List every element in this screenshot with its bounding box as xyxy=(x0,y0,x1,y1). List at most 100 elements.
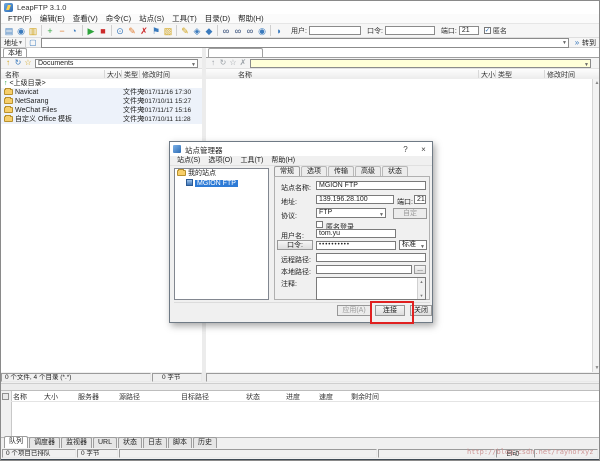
site-name-input[interactable]: MGION FTP xyxy=(316,181,426,190)
chevron-down-icon[interactable]: ▼ xyxy=(420,243,425,251)
menu-edit[interactable]: 编辑(E) xyxy=(36,14,69,24)
browse-button[interactable]: ... xyxy=(414,265,426,274)
tab-queue[interactable]: 队列 xyxy=(4,436,28,448)
dialog-menu-site[interactable]: 站点(S) xyxy=(173,156,204,166)
textarea-scrollbar[interactable]: ▲▼ xyxy=(417,278,425,299)
anonymous-checkbox[interactable]: ✓ xyxy=(484,27,491,34)
refresh-icon[interactable]: ↻ xyxy=(13,58,23,68)
password-input[interactable]: •••••••••• xyxy=(316,241,396,250)
parent-folder-icon[interactable]: ↑ xyxy=(3,58,13,68)
queue-header-name[interactable]: 名称 xyxy=(13,392,27,402)
close-icon[interactable]: × xyxy=(416,144,431,155)
menu-command[interactable]: 命令(C) xyxy=(102,14,135,24)
menu-site[interactable]: 站点(S) xyxy=(135,14,168,24)
queue-gutter-button[interactable] xyxy=(2,393,9,400)
local-path-input[interactable] xyxy=(316,265,412,274)
queue-header-status[interactable]: 状态 xyxy=(246,392,260,402)
help-button[interactable]: ? xyxy=(398,144,413,155)
connect-button[interactable]: 连接 xyxy=(375,305,405,316)
sync-icon[interactable]: ◆ xyxy=(203,25,215,37)
dialog-close-button[interactable]: 关闭 xyxy=(410,305,432,316)
parent-folder-icon[interactable]: ↑ xyxy=(208,58,218,68)
remove-icon[interactable]: − xyxy=(56,25,68,37)
find-local-icon[interactable]: ∞ xyxy=(232,25,244,37)
tab-remote[interactable] xyxy=(208,48,263,57)
find-remote-icon[interactable]: ∞ xyxy=(244,25,256,37)
dialog-menu-help[interactable]: 帮助(H) xyxy=(267,156,299,166)
chevron-down-icon[interactable]: ▼ xyxy=(379,211,384,219)
menu-directory[interactable]: 目录(D) xyxy=(201,14,234,24)
comment-textarea[interactable]: ▲▼ xyxy=(316,277,426,300)
queue-header-speed[interactable]: 速度 xyxy=(319,392,333,402)
tab-script[interactable]: 脚本 xyxy=(168,437,192,448)
file-row[interactable]: 自定义 Office 模板 文件夹 2017/10/11 11:28 xyxy=(1,115,202,124)
folder-list-icon[interactable]: ▥ xyxy=(27,25,39,37)
port-input[interactable]: 21 xyxy=(459,26,479,35)
chevron-down-icon[interactable]: ▼ xyxy=(562,40,567,46)
anonymous-checkbox[interactable] xyxy=(316,221,323,228)
address-input[interactable]: 139.196.28.100 xyxy=(316,195,394,204)
scroll-down-icon[interactable]: ▼ xyxy=(418,293,425,298)
scroll-up-icon[interactable]: ▲ xyxy=(418,279,425,284)
add-icon[interactable]: + xyxy=(44,25,56,37)
file-row[interactable]: WeChat Files 文件夹 2017/11/17 15:16 xyxy=(1,106,202,115)
file-row[interactable]: NetSarang 文件夹 2017/10/11 15:27 xyxy=(1,97,202,106)
menu-tools[interactable]: 工具(T) xyxy=(168,14,201,24)
scroll-down-icon[interactable]: ▼ xyxy=(593,365,600,371)
remote-scrollbar[interactable]: ▲▼ xyxy=(592,79,600,372)
port-input[interactable]: 21 xyxy=(414,195,426,204)
flag-icon[interactable]: ⚑ xyxy=(150,25,162,37)
quick-options-icon[interactable]: ◉ xyxy=(15,25,27,37)
refresh-icon[interactable]: ↻ xyxy=(218,58,228,68)
queue-header-target[interactable]: 目标路径 xyxy=(181,392,209,402)
schedule-icon[interactable]: ◔ xyxy=(68,25,80,37)
user-input[interactable] xyxy=(309,26,361,35)
protocol-dropdown[interactable]: FTP▼ xyxy=(316,208,386,218)
address-input[interactable]: ▼ xyxy=(41,38,569,48)
parent-directory-row[interactable]: ↑<上级目录> xyxy=(1,79,202,88)
favorites-icon[interactable]: ☆ xyxy=(228,58,238,68)
tree-root-item[interactable]: 我的站点 xyxy=(175,169,268,178)
dialog-menu-options[interactable]: 选项(O) xyxy=(204,156,236,166)
go-button[interactable]: 转到 xyxy=(582,38,596,48)
menu-ftp[interactable]: FTP(F) xyxy=(4,14,36,24)
queue-header-size[interactable]: 大小 xyxy=(44,392,58,402)
stop-icon[interactable]: ■ xyxy=(97,25,109,37)
notepad-icon[interactable]: ✎ xyxy=(179,25,191,37)
chevron-down-icon[interactable]: ▼ xyxy=(191,61,196,69)
password-mode-dropdown[interactable]: 标准▼ xyxy=(399,240,427,250)
world-icon[interactable]: ◉ xyxy=(256,25,268,37)
chevron-down-icon[interactable]: ▼ xyxy=(584,61,589,69)
custom-button[interactable]: 自定 xyxy=(393,208,427,219)
edit-icon[interactable]: ✎ xyxy=(126,25,138,37)
remote-path-combo[interactable]: ▼ xyxy=(250,59,591,68)
view-icon[interactable]: ⊙ xyxy=(114,25,126,37)
chevron-down-icon[interactable]: ▼ xyxy=(18,40,23,46)
local-path-combo[interactable]: Documents▼ xyxy=(35,59,198,68)
tab-status[interactable]: 状态 xyxy=(118,437,142,448)
connect-icon[interactable]: ▶ xyxy=(85,25,97,37)
queue-header-source[interactable]: 源路径 xyxy=(119,392,140,402)
clean-icon[interactable]: ◗ xyxy=(273,25,285,37)
abort-icon[interactable]: ✗ xyxy=(238,58,248,68)
file-row[interactable]: Navicat 文件夹 2017/11/16 17:30 xyxy=(1,88,202,97)
tab-scheduler[interactable]: 调度器 xyxy=(29,437,60,448)
username-input[interactable]: tom.yu xyxy=(316,229,396,238)
apply-button[interactable]: 应用(A) xyxy=(337,305,371,316)
remote-path-input[interactable] xyxy=(316,253,426,262)
tab-monitor[interactable]: 监视器 xyxy=(61,437,92,448)
queue-header-remaining[interactable]: 剩余时间 xyxy=(351,392,379,402)
menu-view[interactable]: 查看(V) xyxy=(69,14,102,24)
site-manager-icon[interactable]: ▤ xyxy=(3,25,15,37)
tab-url[interactable]: URL xyxy=(93,437,117,448)
scroll-up-icon[interactable]: ▲ xyxy=(593,80,600,86)
queue-header-server[interactable]: 服务器 xyxy=(78,392,99,402)
tree-site-item[interactable]: MGION FTP xyxy=(175,178,268,187)
delete-icon[interactable]: ✗ xyxy=(138,25,150,37)
queue-header-progress[interactable]: 进度 xyxy=(286,392,300,402)
dialog-menu-tools[interactable]: 工具(T) xyxy=(236,156,267,166)
password-button[interactable]: 口令: xyxy=(277,240,313,250)
password-input[interactable] xyxy=(385,26,435,35)
menu-help[interactable]: 帮助(H) xyxy=(234,14,267,24)
tab-local[interactable]: 本地 xyxy=(3,48,27,57)
